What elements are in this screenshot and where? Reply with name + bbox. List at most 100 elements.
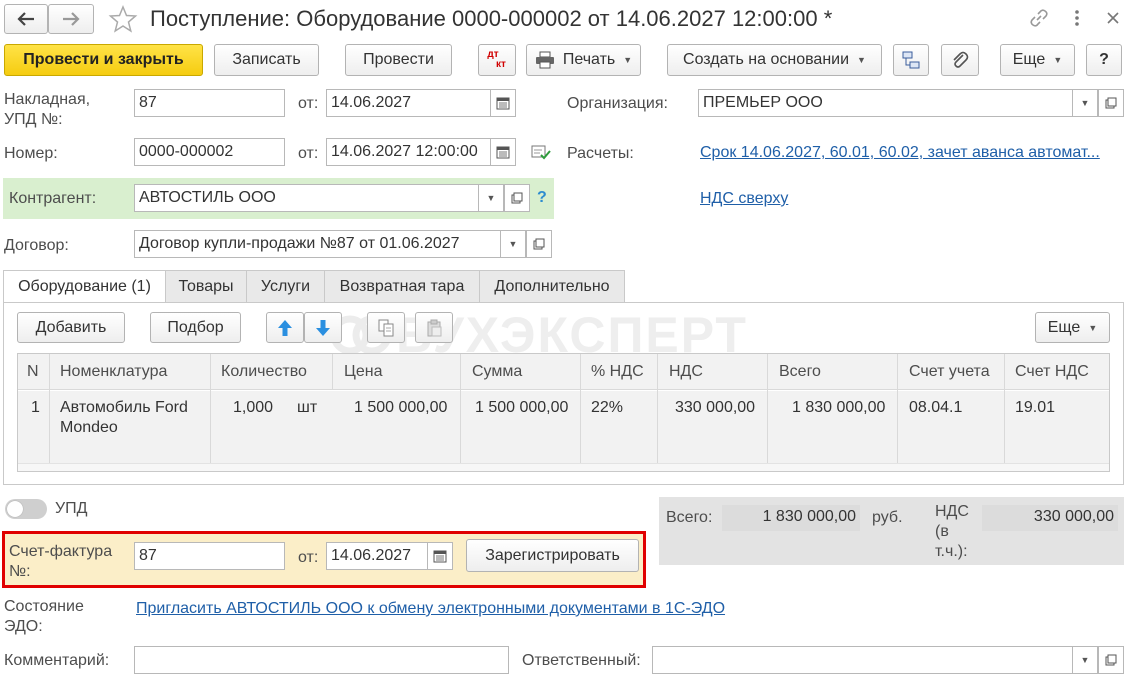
col-item[interactable]: Номенклатура xyxy=(60,354,167,390)
tab-returnable-containers[interactable]: Возвратная тара xyxy=(324,270,480,302)
paperclip-icon xyxy=(950,50,970,70)
more-label: Еще xyxy=(1012,51,1046,68)
col-qty[interactable]: Количество xyxy=(221,354,307,390)
cell-vat-rate: 22% xyxy=(591,399,624,416)
invoice-date-field[interactable]: 14.06.2027 xyxy=(326,542,428,570)
col-vat[interactable]: НДС xyxy=(669,354,703,390)
col-sum[interactable]: Сумма xyxy=(472,354,522,390)
col-price[interactable]: Цена xyxy=(344,354,382,390)
chevron-down-icon[interactable]: ▼ xyxy=(1072,646,1098,674)
col-total[interactable]: Всего xyxy=(779,354,821,390)
post-and-close-button[interactable]: Провести и закрыть xyxy=(4,44,203,76)
pick-button[interactable]: Подбор xyxy=(150,312,241,343)
star-icon[interactable] xyxy=(108,4,140,34)
create-based-button[interactable]: Создать на основании ▼ xyxy=(667,44,882,76)
paste-button[interactable] xyxy=(415,312,453,343)
invoice-date-input[interactable]: 14.06.2027 xyxy=(326,89,491,117)
more-button[interactable]: Еще ▼ xyxy=(1000,44,1075,76)
number-from-label: от: xyxy=(298,145,319,162)
invoice-number-field[interactable]: 87 xyxy=(134,542,285,570)
cell-qty: 1,000 xyxy=(233,399,274,416)
calendar-icon[interactable] xyxy=(490,138,516,166)
cell-item: Автомобиль Ford Mondeo xyxy=(60,399,188,436)
copy-button[interactable] xyxy=(367,312,405,343)
counterparty-input[interactable]: АВТОСТИЛЬ ООО xyxy=(134,184,479,212)
settlements-label: Расчеты: xyxy=(567,145,634,162)
back-button[interactable] xyxy=(4,4,48,34)
chevron-down-icon[interactable]: ▼ xyxy=(478,184,504,212)
number-label: Номер: xyxy=(4,145,58,162)
help-button[interactable]: ? xyxy=(1086,44,1122,76)
paste-icon xyxy=(425,319,443,337)
calendar-icon[interactable] xyxy=(427,542,453,570)
tab-goods[interactable]: Товары xyxy=(165,270,247,302)
calendar-icon[interactable] xyxy=(490,89,516,117)
invoice-number-input[interactable]: 87 xyxy=(134,89,285,117)
organization-input[interactable]: ПРЕМЬЕР ООО xyxy=(698,89,1073,117)
counterparty-label: Контрагент: xyxy=(9,190,97,207)
register-button[interactable]: Зарегистрировать xyxy=(466,539,639,572)
table-bottom-scroll[interactable] xyxy=(18,463,1109,471)
contract-input[interactable]: Договор купли-продажи №87 от 01.06.2027 xyxy=(134,230,501,258)
upd-toggle[interactable] xyxy=(5,499,47,519)
responsible-label: Ответственный: xyxy=(522,652,641,669)
checked-document-icon[interactable] xyxy=(530,142,552,162)
move-down-button[interactable] xyxy=(304,312,342,343)
table-more-button[interactable]: Еще ▼ xyxy=(1035,312,1110,343)
edo-label: Состояние ЭДО: xyxy=(4,598,84,635)
close-icon[interactable] xyxy=(1104,9,1122,27)
settlements-link[interactable]: Срок 14.06.2027, 60.01, 60.02, зачет ава… xyxy=(700,144,1100,162)
edo-invite-link[interactable]: Пригласить АВТОСТИЛЬ ООО к обмену электр… xyxy=(136,600,725,618)
chevron-down-icon[interactable]: ▼ xyxy=(500,230,526,258)
col-vat-rate[interactable]: % НДС xyxy=(591,354,644,390)
chevron-down-icon: ▼ xyxy=(1053,55,1063,65)
tab-additional[interactable]: Дополнительно xyxy=(479,270,625,302)
number-datetime-input[interactable]: 14.06.2027 12:00:00 xyxy=(326,138,491,166)
counterparty-help[interactable]: ? xyxy=(537,189,547,207)
attach-button[interactable] xyxy=(941,44,979,76)
total-value: 1 830 000,00 xyxy=(722,505,860,531)
number-input[interactable]: 0000-000002 xyxy=(134,138,285,166)
post-button[interactable]: Провести xyxy=(345,44,452,76)
page-title: Поступление: Оборудование 0000-000002 от… xyxy=(150,6,833,31)
create-based-label: Создать на основании xyxy=(683,51,850,68)
open-icon[interactable] xyxy=(1098,646,1124,674)
invoice-label: Счет-фактура №: xyxy=(9,543,113,580)
col-account[interactable]: Счет учета xyxy=(909,354,990,390)
vat-total-label: НДС (в т.ч.): xyxy=(935,503,969,560)
chevron-down-icon[interactable]: ▼ xyxy=(1072,89,1098,117)
chevron-down-icon: ▼ xyxy=(857,55,866,65)
cell-total: 1 830 000,00 xyxy=(792,399,886,416)
structure-button[interactable] xyxy=(893,44,929,76)
copy-icon xyxy=(377,319,395,337)
col-vat-account[interactable]: Счет НДС xyxy=(1015,354,1089,390)
upd-label: УПД xyxy=(55,500,88,517)
save-button[interactable]: Записать xyxy=(214,44,319,76)
open-icon[interactable] xyxy=(1098,89,1124,117)
more-vertical-icon[interactable] xyxy=(1068,8,1086,28)
kt-label: кт xyxy=(496,59,506,70)
cell-n: 1 xyxy=(31,399,40,416)
forward-button[interactable] xyxy=(48,4,94,34)
col-n[interactable]: N xyxy=(27,354,39,390)
dt-kt-button[interactable]: дт кт xyxy=(478,44,516,76)
open-icon[interactable] xyxy=(526,230,552,258)
arrow-right-icon xyxy=(62,12,80,26)
print-button[interactable]: Печать ▼ xyxy=(526,44,641,76)
vat-link[interactable]: НДС сверху xyxy=(700,190,788,208)
add-row-button[interactable]: Добавить xyxy=(17,312,125,343)
tab-equipment[interactable]: Оборудование (1) xyxy=(3,270,166,303)
contract-label: Договор: xyxy=(4,237,69,254)
organization-label: Организация: xyxy=(567,95,668,112)
move-up-button[interactable] xyxy=(266,312,304,343)
chevron-down-icon: ▼ xyxy=(1088,322,1098,333)
arrow-up-icon xyxy=(277,319,293,337)
tab-services[interactable]: Услуги xyxy=(246,270,325,302)
link-icon[interactable] xyxy=(1028,8,1050,28)
arrow-left-icon xyxy=(17,12,35,26)
open-icon[interactable] xyxy=(504,184,530,212)
comment-label: Комментарий: xyxy=(4,652,110,669)
responsible-input[interactable] xyxy=(652,646,1073,674)
currency-label: руб. xyxy=(872,509,903,526)
comment-input[interactable] xyxy=(134,646,509,674)
